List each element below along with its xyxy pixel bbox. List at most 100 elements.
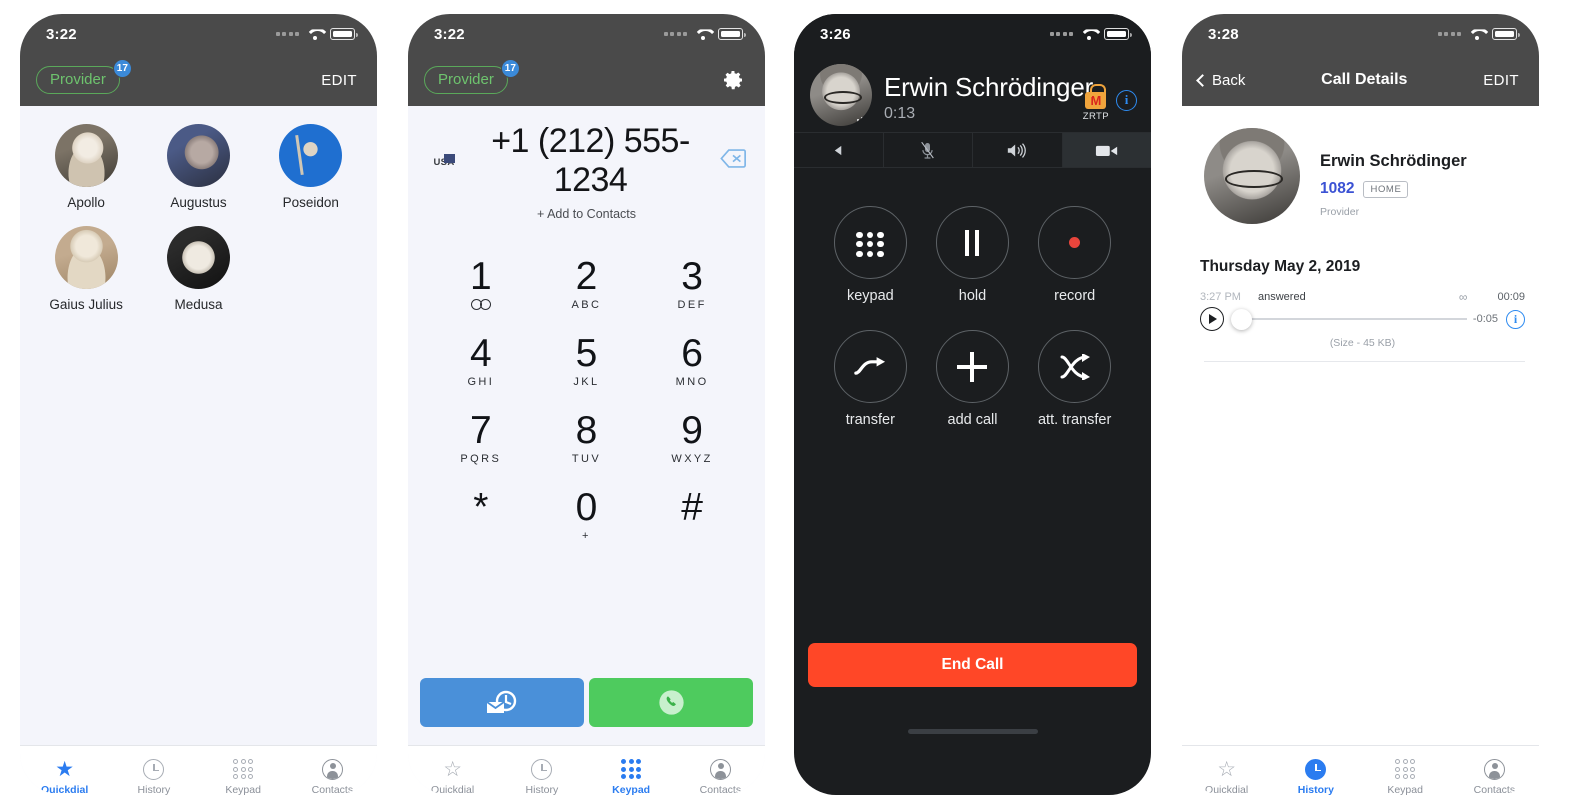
- tab-quickdial[interactable]: ☆ Quickdial: [1182, 755, 1271, 796]
- date-header: Thursday May 2, 2019: [1200, 258, 1361, 275]
- edit-button[interactable]: EDIT: [1483, 72, 1519, 89]
- quickdial-item-label: Medusa: [174, 297, 223, 312]
- speaker-button[interactable]: [973, 133, 1063, 167]
- key-2[interactable]: 2 ABC: [534, 247, 640, 324]
- key-5[interactable]: 5 JKL: [534, 324, 640, 401]
- call-action-hold[interactable]: hold: [922, 206, 1023, 304]
- tab-bar: ☆ Quickdial History Keypad Contacts: [1182, 745, 1539, 795]
- back-button[interactable]: [794, 133, 884, 167]
- page-title: Call Details: [1321, 71, 1408, 88]
- wifi-icon: [1080, 28, 1097, 41]
- key-4[interactable]: 4 GHI: [428, 324, 534, 401]
- call-info: Erwin Schrödinger 0:13: [872, 64, 1093, 123]
- tab-contacts[interactable]: Contacts: [1450, 755, 1539, 795]
- gear-icon[interactable]: [721, 68, 745, 92]
- wifi-icon: [306, 28, 323, 41]
- provider-selector[interactable]: Provider 17: [36, 59, 132, 94]
- tab-label: Keypad: [225, 784, 261, 795]
- key-star[interactable]: *: [428, 478, 534, 555]
- contact-number[interactable]: 1082: [1320, 180, 1354, 198]
- play-icon: [1209, 314, 1217, 324]
- info-icon[interactable]: i: [1116, 90, 1137, 111]
- quickdial-item[interactable]: Apollo: [30, 124, 142, 210]
- tab-label: History: [1297, 784, 1334, 795]
- call-action-label: hold: [958, 288, 987, 304]
- voice-call-button[interactable]: [589, 678, 753, 727]
- quickdial-item-label: Gaius Julius: [49, 297, 123, 312]
- add-to-contacts-button[interactable]: + Add to Contacts: [408, 207, 765, 221]
- contact-icon: [1483, 758, 1505, 780]
- back-arrow-icon: [834, 145, 842, 155]
- call-action-row: [408, 678, 765, 727]
- key-hash[interactable]: #: [639, 478, 745, 555]
- key-digit: 8: [575, 409, 598, 453]
- keypad-icon: [621, 759, 642, 779]
- key-3[interactable]: 3 DEF: [639, 247, 745, 324]
- slider-knob[interactable]: [1231, 308, 1252, 330]
- wifi-icon: [1468, 28, 1485, 41]
- dialed-number[interactable]: +1 (212) 555-1234: [466, 122, 715, 200]
- loop-icon[interactable]: ∞: [1459, 290, 1468, 304]
- key-letters: ABC: [571, 299, 602, 312]
- signal-dots-icon: [275, 32, 299, 36]
- call-action-record[interactable]: record: [1024, 206, 1125, 304]
- keypad-icon: [233, 759, 254, 779]
- tab-keypad[interactable]: Keypad: [1361, 755, 1450, 795]
- audio-player: -0:05 i: [1200, 307, 1525, 331]
- play-button[interactable]: [1200, 307, 1224, 331]
- key-digit: 9: [681, 409, 703, 453]
- key-9[interactable]: 9 WXYZ: [639, 401, 745, 478]
- call-action-add-call[interactable]: add call: [922, 330, 1023, 428]
- pause-icon: [965, 229, 980, 256]
- quickdial-screen: Apollo Augustus Poseidon Gaius Julius Me…: [20, 106, 377, 745]
- tab-quickdial[interactable]: ☆ Quickdial: [408, 755, 497, 796]
- number-type-tag: HOME: [1363, 180, 1409, 198]
- key-letters: TUV: [571, 453, 602, 466]
- tab-history[interactable]: History: [497, 755, 586, 795]
- quickdial-item[interactable]: Poseidon: [255, 124, 367, 210]
- tab-keypad[interactable]: Keypad: [199, 755, 288, 795]
- battery-icon: [330, 28, 358, 40]
- phone-in-call: 3:26 Erwin Schrödinger 0:13 M ZRTP i key…: [794, 14, 1151, 795]
- key-1[interactable]: 1: [428, 247, 534, 324]
- record-dot-icon: [1069, 237, 1081, 248]
- back-button[interactable]: Back: [1196, 72, 1245, 89]
- tab-contacts[interactable]: Contacts: [288, 755, 377, 795]
- battery-icon: [718, 28, 746, 40]
- backspace-icon[interactable]: [715, 149, 751, 173]
- key-8[interactable]: 8 TUV: [534, 401, 640, 478]
- status-bar: 3:22: [20, 14, 377, 54]
- keypad-screen: USA +1 (212) 555-1234 + Add to Contacts …: [408, 106, 765, 745]
- key-6[interactable]: 6 MNO: [639, 324, 745, 401]
- mute-button[interactable]: [884, 133, 973, 167]
- edit-button[interactable]: EDIT: [321, 72, 357, 89]
- tab-contacts[interactable]: Contacts: [676, 755, 765, 795]
- tab-history[interactable]: History: [109, 755, 198, 795]
- key-7[interactable]: 7 PQRS: [428, 401, 534, 478]
- provider-selector[interactable]: Provider 17: [424, 59, 520, 94]
- key-digit: *: [473, 486, 489, 530]
- info-icon[interactable]: i: [1506, 309, 1525, 329]
- battery-icon: [1104, 28, 1132, 40]
- call-action-keypad[interactable]: keypad: [820, 206, 921, 304]
- status-indicators: [275, 28, 358, 41]
- video-button[interactable]: [1062, 133, 1151, 167]
- quickdial-item[interactable]: Augustus: [142, 124, 254, 210]
- call-action-label: transfer: [845, 412, 895, 428]
- playback-slider[interactable]: [1231, 307, 1467, 331]
- tab-keypad[interactable]: Keypad: [587, 755, 676, 795]
- tab-quickdial[interactable]: ★ Quickdial: [20, 755, 109, 796]
- tab-label: Quickdial: [40, 784, 89, 795]
- tab-history[interactable]: History: [1271, 755, 1360, 795]
- call-action-att-transfer[interactable]: att. transfer: [1024, 330, 1125, 428]
- call-action-transfer[interactable]: transfer: [820, 330, 921, 428]
- zrtp-indicator[interactable]: M ZRTP: [1083, 84, 1109, 122]
- plus-icon: [957, 351, 988, 382]
- video-mail-button[interactable]: [420, 678, 584, 727]
- quickdial-item[interactable]: Gaius Julius: [30, 226, 142, 312]
- status-time: 3:26: [820, 25, 851, 43]
- video-camera-icon: [1095, 145, 1117, 156]
- quickdial-item[interactable]: Medusa: [142, 226, 254, 312]
- end-call-button[interactable]: End Call: [808, 643, 1137, 687]
- key-0[interactable]: 0 +: [534, 478, 640, 555]
